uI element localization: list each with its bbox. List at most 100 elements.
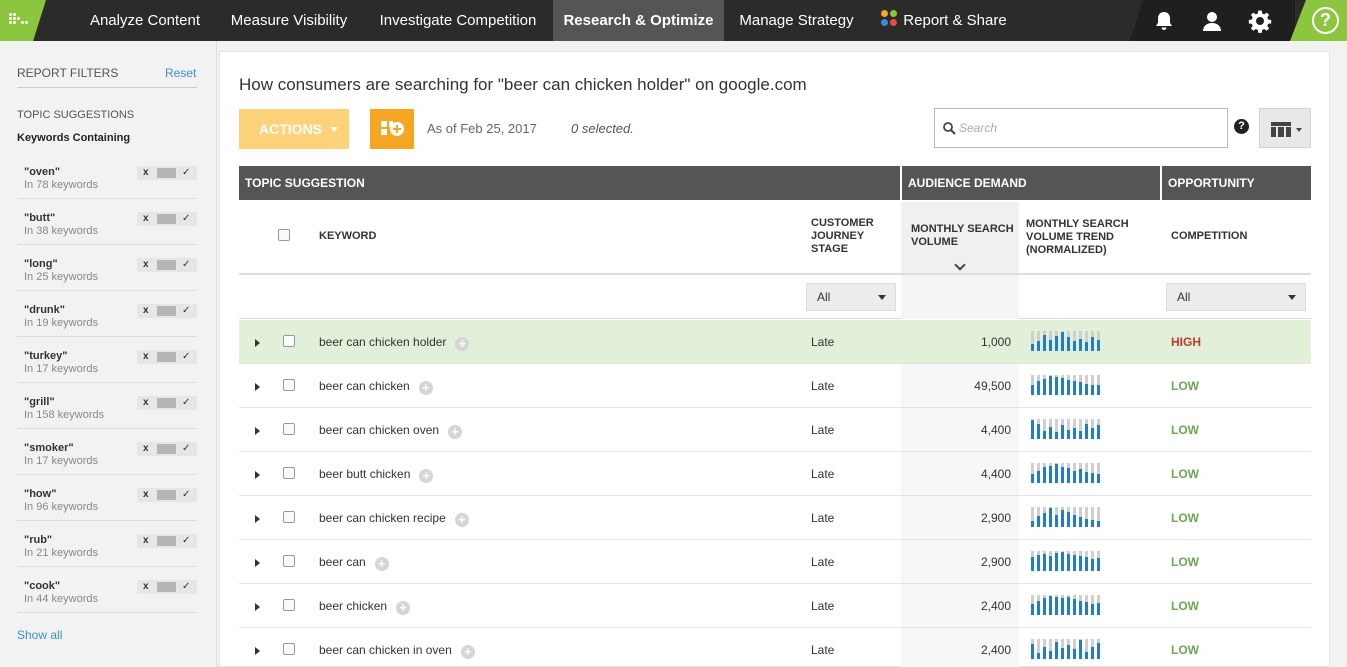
actions-button[interactable]: ACTIONS (239, 109, 349, 149)
table-row[interactable]: beer can chicken holder + Late 1,000 HIGH (239, 320, 1311, 364)
row-checkbox[interactable] (283, 423, 295, 435)
expand-row-icon[interactable] (255, 515, 260, 523)
stage-filter-select[interactable]: All (806, 283, 896, 311)
toggle-slider[interactable] (157, 490, 176, 500)
gear-icon[interactable] (1248, 9, 1272, 33)
include-icon[interactable]: ✓ (182, 350, 190, 364)
exclude-icon[interactable]: x (143, 258, 149, 272)
add-keyword-icon[interactable]: + (418, 381, 433, 395)
col-header-stage[interactable]: CUSTOMER JOURNEY STAGE (811, 217, 891, 256)
include-icon[interactable]: ✓ (182, 534, 190, 548)
select-all-checkbox[interactable] (278, 229, 290, 241)
user-icon[interactable] (1200, 9, 1224, 33)
add-keyword-icon[interactable]: + (419, 469, 434, 483)
nav-investigate-competition[interactable]: Investigate Competition (363, 0, 553, 41)
include-exclude-toggle[interactable]: x ✓ (137, 350, 197, 364)
add-keyword-icon[interactable]: + (454, 513, 469, 527)
nav-research-optimize[interactable]: Research & Optimize (553, 0, 724, 41)
toggle-slider[interactable] (157, 582, 176, 592)
table-row[interactable]: beer butt chicken + Late 4,400 LOW (239, 452, 1311, 496)
include-exclude-toggle[interactable]: x ✓ (137, 166, 197, 180)
expand-row-icon[interactable] (255, 339, 260, 347)
include-icon[interactable]: ✓ (182, 304, 190, 318)
table-row[interactable]: beer can chicken oven + Late 4,400 LOW (239, 408, 1311, 452)
toggle-slider[interactable] (157, 260, 176, 270)
add-keyword-icon[interactable]: + (448, 425, 463, 439)
exclude-icon[interactable]: x (143, 304, 149, 318)
nav-measure-visibility[interactable]: Measure Visibility (215, 0, 363, 41)
expand-row-icon[interactable] (255, 427, 260, 435)
competition-filter-select[interactable]: All (1166, 283, 1306, 311)
add-keyword-icon[interactable]: + (455, 337, 470, 351)
row-checkbox[interactable] (283, 599, 295, 611)
include-icon[interactable]: ✓ (182, 396, 190, 410)
toggle-slider[interactable] (157, 168, 176, 178)
nav-manage-strategy[interactable]: Manage Strategy (724, 0, 869, 41)
exclude-icon[interactable]: x (143, 442, 149, 456)
include-exclude-toggle[interactable]: x ✓ (137, 258, 197, 272)
include-icon[interactable]: ✓ (182, 212, 190, 226)
exclude-icon[interactable]: x (143, 396, 149, 410)
nav-analyze-content[interactable]: Analyze Content (75, 0, 215, 41)
table-row[interactable]: beer can chicken recipe + Late 2,900 LOW (239, 496, 1311, 540)
exclude-icon[interactable]: x (143, 580, 149, 594)
col-header-volume[interactable]: MONTHLY SEARCH VOLUME (911, 223, 1016, 249)
expand-row-icon[interactable] (255, 559, 260, 567)
table-row[interactable]: beer can + Late 2,900 LOW (239, 540, 1311, 584)
add-keywords-button[interactable] (370, 109, 414, 149)
nav-report-share[interactable]: Report & Share (869, 0, 1019, 41)
col-header-trend[interactable]: MONTHLY SEARCH VOLUME TREND (NORMALIZED) (1026, 218, 1144, 257)
expand-row-icon[interactable] (255, 647, 260, 655)
keyword-filter: "oven" In 78 keywords x ✓ (17, 166, 199, 206)
row-checkbox[interactable] (283, 379, 295, 391)
toggle-slider[interactable] (157, 398, 176, 408)
help-icon[interactable]: ? (1312, 7, 1339, 34)
toggle-slider[interactable] (157, 306, 176, 316)
add-keyword-icon[interactable]: + (460, 645, 475, 659)
search-input[interactable] (959, 109, 1219, 147)
show-all-link[interactable]: Show all (17, 628, 62, 642)
expand-row-icon[interactable] (255, 383, 260, 391)
exclude-icon[interactable]: x (143, 212, 149, 226)
toggle-slider[interactable] (157, 444, 176, 454)
help-icon[interactable]: ? (1234, 119, 1249, 134)
table-row[interactable]: beer can chicken + Late 49,500 LOW (239, 364, 1311, 408)
toggle-slider[interactable] (157, 214, 176, 224)
row-checkbox[interactable] (283, 643, 295, 655)
row-checkbox[interactable] (283, 511, 295, 523)
include-exclude-toggle[interactable]: x ✓ (137, 304, 197, 318)
exclude-icon[interactable]: x (143, 488, 149, 502)
include-exclude-toggle[interactable]: x ✓ (137, 442, 197, 456)
include-icon[interactable]: ✓ (182, 442, 190, 456)
brand-logo[interactable] (0, 0, 46, 41)
toggle-slider[interactable] (157, 536, 176, 546)
include-icon[interactable]: ✓ (182, 580, 190, 594)
row-checkbox[interactable] (283, 555, 295, 567)
include-exclude-toggle[interactable]: x ✓ (137, 488, 197, 502)
bell-icon[interactable] (1152, 9, 1176, 33)
exclude-icon[interactable]: x (143, 350, 149, 364)
table-row[interactable]: beer can chicken in oven + Late 2,400 LOW (239, 628, 1311, 667)
include-exclude-toggle[interactable]: x ✓ (137, 580, 197, 594)
table-row[interactable]: beer chicken + Late 2,400 LOW (239, 584, 1311, 628)
include-exclude-toggle[interactable]: x ✓ (137, 534, 197, 548)
expand-row-icon[interactable] (255, 603, 260, 611)
include-icon[interactable]: ✓ (182, 166, 190, 180)
include-exclude-toggle[interactable]: x ✓ (137, 396, 197, 410)
include-icon[interactable]: ✓ (182, 258, 190, 272)
exclude-icon[interactable]: x (143, 166, 149, 180)
col-header-competition[interactable]: COMPETITION (1171, 230, 1247, 243)
reset-link[interactable]: Reset (165, 66, 196, 80)
exclude-icon[interactable]: x (143, 534, 149, 548)
column-chooser-button[interactable] (1259, 108, 1311, 148)
add-keyword-icon[interactable]: + (396, 601, 411, 615)
col-header-keyword[interactable]: KEYWORD (319, 230, 376, 243)
include-exclude-toggle[interactable]: x ✓ (137, 212, 197, 226)
trend-bar (1085, 342, 1088, 351)
row-checkbox[interactable] (283, 335, 295, 347)
add-keyword-icon[interactable]: + (374, 557, 389, 571)
expand-row-icon[interactable] (255, 471, 260, 479)
include-icon[interactable]: ✓ (182, 488, 190, 502)
row-checkbox[interactable] (283, 467, 295, 479)
toggle-slider[interactable] (157, 352, 176, 362)
